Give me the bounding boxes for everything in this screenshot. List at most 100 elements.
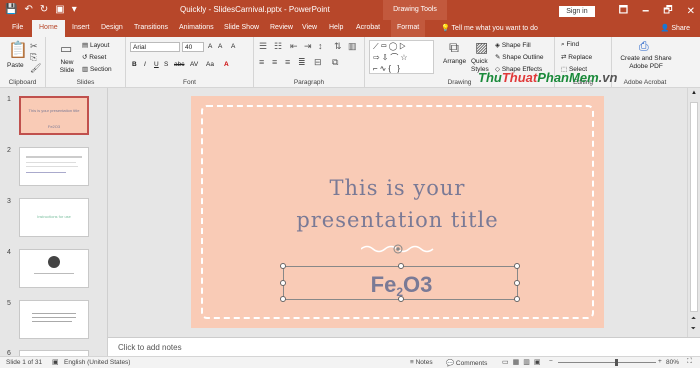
shrink-font-icon[interactable]: A (218, 43, 222, 50)
section-button[interactable]: ▥ Section (82, 65, 112, 73)
char-spacing-button[interactable]: AV (190, 61, 198, 68)
format-painter-icon[interactable]: 🖌 (30, 63, 41, 73)
strikethrough-button[interactable]: abc (174, 61, 184, 68)
decrease-indent-icon[interactable]: ⇤ (290, 41, 298, 51)
font-name-select[interactable]: Arial (130, 42, 180, 52)
fit-slide-icon[interactable]: ⛶ (687, 358, 692, 366)
resize-handle[interactable] (280, 280, 286, 286)
resize-handle[interactable] (398, 296, 404, 302)
tell-me-search[interactable]: 💡 Tell me what you want to do (441, 24, 538, 32)
resize-handle[interactable] (280, 296, 286, 302)
zoom-level[interactable]: 80% (666, 359, 679, 366)
align-left-icon[interactable]: ≡ (259, 57, 264, 67)
resize-handle[interactable] (514, 296, 520, 302)
tab-view[interactable]: View (302, 24, 317, 31)
justify-icon[interactable]: ≣ (298, 57, 306, 67)
tab-acrobat[interactable]: Acrobat (356, 24, 380, 31)
bold-button[interactable]: B (132, 61, 137, 68)
spellcheck-icon[interactable]: ▣ (52, 358, 59, 366)
pdf-icon[interactable]: ⎙ (639, 40, 649, 52)
arrange-icon[interactable]: ⧉ (449, 40, 459, 54)
shape-misc-icon[interactable]: ⌐∿{ } (373, 64, 402, 74)
font-color-button[interactable]: A (224, 61, 229, 68)
tab-home[interactable]: Home (32, 20, 65, 37)
columns-icon[interactable]: ▥ (348, 41, 357, 51)
font-size-select[interactable]: 40 (182, 42, 204, 52)
resize-handle[interactable] (280, 263, 286, 269)
slide-title-line-2[interactable]: presentation title (191, 208, 604, 232)
create-pdf-button[interactable]: Create and Share Adobe PDF (616, 55, 676, 71)
thumbnail-slide-2[interactable] (19, 147, 89, 186)
quick-styles-icon[interactable]: ▨ (475, 40, 488, 54)
smartart-icon[interactable]: ⧉ (332, 57, 338, 67)
italic-button[interactable]: I (144, 61, 146, 68)
tab-animations[interactable]: Animations (179, 24, 214, 31)
new-slide-button[interactable]: New Slide (54, 59, 80, 75)
zoom-in-icon[interactable]: + (658, 358, 662, 365)
tab-design[interactable]: Design (101, 24, 123, 31)
customize-qat-icon[interactable]: ▾ (72, 4, 77, 15)
restore-icon[interactable]: 🗗 (663, 3, 672, 20)
notes-button[interactable]: ≡ Notes (410, 359, 433, 366)
shape-fill-button[interactable]: ◈ Shape Fill (495, 41, 531, 49)
bullets-icon[interactable]: ☰ (259, 41, 267, 51)
tab-insert[interactable]: Insert (72, 24, 90, 31)
scroll-thumb[interactable] (690, 102, 698, 312)
notes-pane[interactable]: Click to add notes (108, 337, 700, 356)
save-icon[interactable]: 💾 (5, 4, 17, 15)
close-icon[interactable]: ✕ (687, 6, 695, 17)
align-text-icon[interactable]: ⊟ (314, 57, 322, 67)
vertical-scrollbar[interactable]: ▲ ⏶ ⏷ (687, 88, 700, 337)
current-slide[interactable]: This is your presentation title Fe2O3 (191, 96, 604, 328)
tab-slide-show[interactable]: Slide Show (224, 24, 259, 31)
resize-handle[interactable] (398, 263, 404, 269)
scroll-up-icon[interactable]: ▲ (691, 90, 697, 96)
shape-arrow-icon[interactable]: ⇨⇩⌒☆ (373, 53, 410, 63)
copy-icon[interactable]: ⎘ (30, 52, 37, 62)
reset-button[interactable]: ↺ Reset (82, 53, 106, 61)
numbering-icon[interactable]: ☷ (274, 41, 282, 51)
thumbnail-slide-5[interactable] (19, 300, 89, 339)
increase-indent-icon[interactable]: ⇥ (304, 41, 312, 51)
line-spacing-icon[interactable]: ↕ (318, 41, 323, 51)
thumbnail-slide-4[interactable] (19, 249, 89, 288)
zoom-slider[interactable] (558, 362, 656, 363)
paste-button[interactable]: Paste (7, 62, 24, 69)
minimize-icon[interactable]: 🗕 (642, 3, 649, 20)
language-indicator[interactable]: English (United States) (64, 359, 130, 366)
view-buttons[interactable]: ▭▦▥▣ (502, 358, 544, 366)
clear-format-icon[interactable]: A (231, 43, 235, 50)
underline-button[interactable]: U (154, 61, 159, 68)
thumbnail-slide-3[interactable]: Instructions for use (19, 198, 89, 237)
undo-icon[interactable]: ↶ (24, 4, 32, 15)
cut-icon[interactable]: ✂ (30, 41, 38, 51)
zoom-slider-thumb[interactable] (615, 359, 618, 366)
zoom-out-icon[interactable]: − (549, 358, 553, 365)
align-right-icon[interactable]: ≡ (285, 57, 290, 67)
resize-handle[interactable] (514, 280, 520, 286)
tab-help[interactable]: Help (329, 24, 343, 31)
replace-button[interactable]: ⇄ Replace (561, 53, 592, 61)
shape-line-icon[interactable]: ⟋▭◯▷ (373, 42, 408, 52)
sign-in-button[interactable]: Sign in (559, 6, 595, 17)
redo-icon[interactable]: ↻ (40, 4, 48, 15)
layout-button[interactable]: ▤ Layout (82, 41, 109, 49)
grow-font-icon[interactable]: A (208, 43, 212, 50)
new-slide-icon[interactable]: ▭ (60, 42, 72, 55)
align-center-icon[interactable]: ≡ (272, 57, 277, 67)
find-button[interactable]: ⌕ Find (561, 41, 579, 49)
tab-review[interactable]: Review (270, 24, 293, 31)
text-direction-icon[interactable]: ⇅ (334, 41, 342, 51)
comments-button[interactable]: 💬 Comments (446, 359, 487, 367)
arrange-button[interactable]: Arrange (443, 58, 466, 65)
tab-format[interactable]: Format (391, 20, 426, 37)
tab-transitions[interactable]: Transitions (134, 24, 168, 31)
shape-outline-button[interactable]: ✎ Shape Outline (495, 53, 543, 61)
paste-icon[interactable]: 📋 (8, 43, 28, 59)
selected-textbox[interactable]: Fe2O3 (280, 263, 520, 302)
textbox-text[interactable]: Fe2O3 (284, 272, 519, 299)
prev-slide-icon[interactable]: ⏶ (691, 316, 696, 323)
next-slide-icon[interactable]: ⏷ (691, 326, 696, 333)
thumbnail-slide-1[interactable]: This is your presentation title Fe2O3 (19, 96, 89, 135)
present-icon[interactable]: ▣ (55, 4, 64, 15)
